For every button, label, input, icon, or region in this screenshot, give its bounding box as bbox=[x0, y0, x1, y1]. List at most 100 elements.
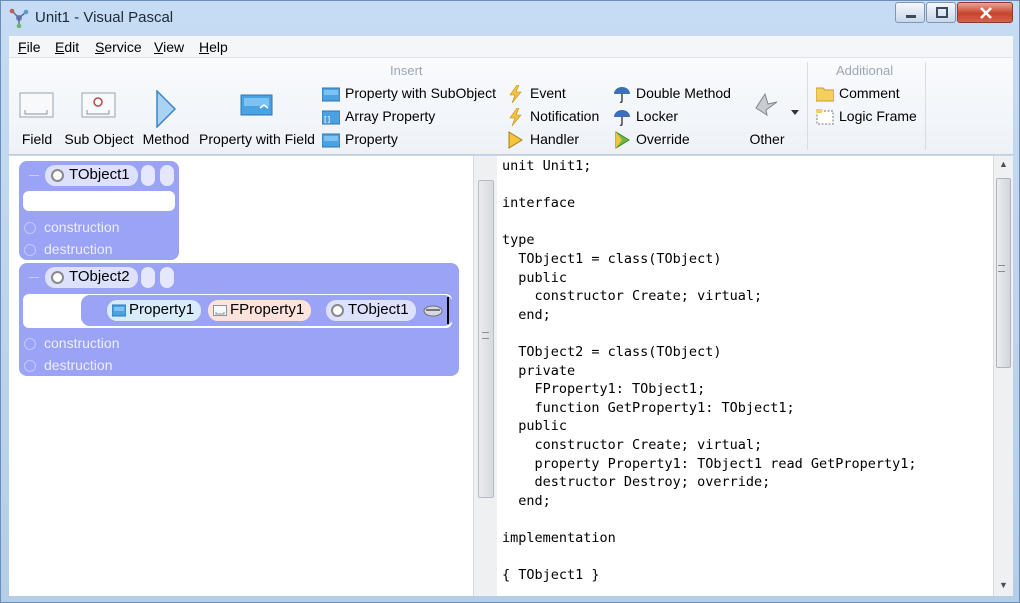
code-line[interactable]: constructor Create; virtual; bbox=[502, 288, 763, 304]
code-line[interactable]: implementation bbox=[502, 530, 616, 546]
menu-help-accel: H bbox=[199, 39, 210, 55]
type-name-pill[interactable]: TObject1 bbox=[326, 300, 416, 321]
construction-section[interactable]: construction bbox=[24, 219, 119, 235]
code-line[interactable]: public bbox=[502, 270, 567, 286]
slot-oval[interactable] bbox=[141, 165, 155, 186]
override-icon bbox=[615, 131, 630, 149]
scroll-thumb[interactable] bbox=[996, 178, 1011, 368]
menu-file[interactable]: File bbox=[18, 39, 41, 55]
scroll-down-icon[interactable]: ▼ bbox=[999, 580, 1008, 590]
other-button[interactable]: Other bbox=[737, 88, 799, 150]
construction-section[interactable]: construction bbox=[24, 335, 119, 351]
menu-service-label: ervice bbox=[104, 39, 142, 55]
maximize-icon bbox=[936, 7, 948, 18]
locker-label: Locker bbox=[636, 108, 679, 124]
collapse-icon[interactable] bbox=[29, 277, 39, 278]
property-with-field-button[interactable]: Property with Field bbox=[197, 88, 317, 150]
code-scrollbar[interactable]: ▲ ▼ bbox=[993, 156, 1013, 596]
code-line[interactable]: TObject1 = class(TObject) bbox=[502, 251, 721, 267]
property-icon bbox=[112, 304, 126, 317]
code-line[interactable]: destructor Destroy; override; bbox=[502, 474, 771, 490]
destruction-section[interactable]: destruction bbox=[24, 241, 113, 257]
class-name-pill[interactable]: TObject1 bbox=[45, 165, 138, 186]
property-with-field-label: Property with Field bbox=[199, 131, 315, 147]
array-property-label: Array Property bbox=[345, 108, 436, 124]
close-icon bbox=[980, 7, 992, 19]
code-line[interactable]: property Property1: TObject1 read GetPro… bbox=[502, 456, 917, 472]
slot-oval[interactable] bbox=[160, 165, 174, 186]
slot-oval[interactable] bbox=[141, 267, 155, 288]
designer-scrollbar[interactable] bbox=[473, 156, 497, 596]
class-box-tobject2[interactable]: TObject2 Property1 FProperty1 TObject1 c… bbox=[19, 263, 459, 376]
code-line[interactable]: TObject2 = class(TObject) bbox=[502, 344, 721, 360]
property-name-pill[interactable]: Property1 bbox=[107, 300, 202, 321]
field-button[interactable]: Field bbox=[15, 88, 59, 150]
class-name-pill[interactable]: TObject2 bbox=[45, 267, 138, 288]
maximize-button[interactable] bbox=[926, 2, 956, 23]
class-box-tobject1[interactable]: TObject1 construction destruction bbox=[19, 161, 179, 260]
notification-label: Notification bbox=[530, 108, 600, 124]
property-label: Property bbox=[345, 131, 398, 147]
section-dot bbox=[24, 222, 36, 234]
scroll-thumb[interactable] bbox=[478, 180, 494, 498]
code-line[interactable]: end; bbox=[502, 493, 551, 509]
scroll-up-icon[interactable]: ▲ bbox=[999, 159, 1008, 169]
property-icon bbox=[322, 133, 340, 148]
group-title-insert: Insert bbox=[390, 63, 423, 78]
slot-oval[interactable] bbox=[160, 267, 174, 288]
app-icon bbox=[9, 8, 29, 28]
method-button[interactable]: Method bbox=[139, 88, 193, 150]
code-line[interactable]: interface bbox=[502, 195, 575, 211]
members-row[interactable] bbox=[23, 191, 175, 211]
title-bar: Unit1 - Visual Pascal bbox=[1, 1, 1019, 35]
field-label: Field bbox=[21, 131, 53, 147]
menu-service[interactable]: Service bbox=[95, 39, 142, 55]
object-icon bbox=[51, 169, 64, 182]
group-title-additional: Additional bbox=[836, 63, 894, 78]
menu-help[interactable]: Help bbox=[199, 39, 228, 55]
grip-icon bbox=[998, 265, 1005, 272]
sub-object-button[interactable]: Sub Object bbox=[63, 88, 135, 150]
text-cursor bbox=[447, 297, 449, 324]
close-button[interactable] bbox=[957, 2, 1013, 23]
code-line[interactable]: function GetProperty1: TObject1; bbox=[502, 400, 795, 416]
section-dot bbox=[24, 244, 36, 256]
menu-edit[interactable]: Edit bbox=[55, 39, 79, 55]
section-dot bbox=[24, 338, 36, 350]
property-subobject-icon bbox=[322, 87, 340, 102]
code-line[interactable]: { TObject1 } bbox=[502, 567, 600, 583]
svg-text:[]: [] bbox=[324, 115, 330, 124]
destruction-label: destruction bbox=[44, 241, 113, 257]
comment-label: Comment bbox=[839, 85, 900, 101]
double-method-label: Double Method bbox=[636, 85, 731, 101]
destruction-label: destruction bbox=[44, 357, 113, 373]
code-line[interactable]: constructor Create; virtual; bbox=[502, 437, 763, 453]
code-line[interactable]: unit Unit1; bbox=[502, 158, 591, 174]
property-member[interactable]: Property1 FProperty1 TObject1 bbox=[81, 295, 453, 326]
lightning-icon bbox=[509, 108, 522, 126]
menu-view-label: iew bbox=[163, 39, 185, 55]
menu-edit-accel: E bbox=[55, 39, 65, 55]
collapse-icon[interactable] bbox=[29, 175, 39, 176]
code-line[interactable]: type bbox=[502, 232, 535, 248]
destruction-section[interactable]: destruction bbox=[24, 357, 113, 373]
menu-view-accel: V bbox=[154, 39, 164, 55]
property-field-icon bbox=[240, 94, 273, 116]
read-access-icon[interactable] bbox=[423, 304, 443, 318]
code-line[interactable]: FProperty1: TObject1; bbox=[502, 381, 706, 397]
code-editor[interactable]: unit Unit1; interface type TObject1 = clas… bbox=[497, 156, 993, 596]
class-designer-panel[interactable]: TObject1 construction destruction TObjec… bbox=[9, 156, 473, 596]
code-line[interactable]: private bbox=[502, 363, 575, 379]
code-line[interactable]: end; bbox=[502, 307, 551, 323]
section-dot bbox=[24, 360, 36, 372]
method-icon bbox=[156, 90, 177, 128]
menu-service-accel: S bbox=[95, 39, 105, 55]
umbrella-icon bbox=[614, 110, 630, 126]
menu-view[interactable]: View bbox=[154, 39, 184, 55]
dropdown-arrow-icon bbox=[791, 110, 799, 115]
code-line[interactable]: public bbox=[502, 418, 567, 434]
field-name-pill[interactable]: FProperty1 bbox=[208, 300, 312, 321]
grip-icon bbox=[482, 332, 489, 339]
minimize-button[interactable] bbox=[895, 2, 925, 23]
menu-help-label: elp bbox=[209, 39, 228, 55]
